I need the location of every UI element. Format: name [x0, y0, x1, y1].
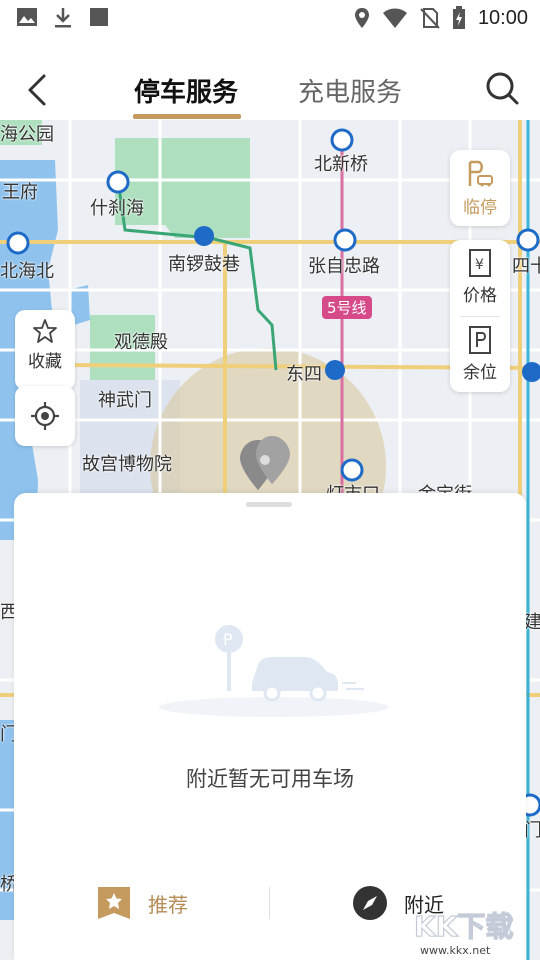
map-label: 南锣鼓巷 [168, 254, 240, 275]
map-label: 门 [524, 820, 540, 841]
empty-parking-illustration: P [159, 625, 389, 717]
locate-me-button[interactable] [15, 386, 75, 446]
recommend-bookmark-icon [98, 887, 130, 919]
map-label: 海公园 [0, 124, 54, 145]
star-icon [33, 319, 57, 343]
map-label: 北新桥 [314, 154, 368, 175]
price-tag-icon: ¥ [469, 249, 491, 277]
parking-sign-letter: P [223, 630, 233, 649]
status-left-icons [16, 6, 110, 30]
svg-text:¥: ¥ [475, 257, 484, 273]
map-label: 观德殿 [114, 332, 168, 353]
empty-state-message: 附近暂无可用车场 [186, 767, 354, 791]
search-icon[interactable] [484, 70, 520, 106]
price-button[interactable]: ¥ 价格 [463, 240, 497, 316]
metro-line-badge: 5号线 [322, 296, 372, 319]
active-tab-indicator [133, 114, 241, 119]
top-navigation: 停车服务 充电服务 [0, 36, 540, 120]
favorite-button[interactable]: 收藏 [15, 310, 75, 390]
tab-recommend[interactable]: 推荐 [96, 873, 188, 933]
parking-list-sheet: P 附近暂无可用车场 推荐 附近 KK下载 www.kkx.net [14, 493, 526, 960]
map-label: 张自忠路 [308, 256, 380, 277]
temp-parking-button[interactable]: 临停 [450, 150, 510, 226]
parking-spot-icon [469, 326, 491, 354]
square-icon [90, 8, 108, 26]
compass-icon [353, 886, 387, 920]
svg-text:KK下载: KK下载 [414, 910, 513, 943]
back-arrow-icon[interactable] [18, 70, 58, 110]
temp-parking-icon [468, 160, 493, 187]
map-label: 四十 [512, 256, 540, 277]
vacancy-button[interactable]: 余位 [463, 317, 497, 392]
kk-download-watermark: KK下载 www.kkx.net [413, 909, 514, 957]
vacancy-label: 余位 [463, 363, 497, 383]
status-bar: 10:00 [0, 0, 540, 36]
battery-charging-icon [452, 6, 465, 29]
map-label: 什刹海 [90, 198, 144, 219]
status-time: 10:00 [477, 6, 528, 29]
download-icon [55, 8, 71, 28]
filter-card: ¥ 价格 余位 [450, 240, 510, 392]
sheet-drag-handle[interactable] [246, 502, 292, 507]
location-icon [354, 8, 369, 28]
status-right-icons: 10:00 [354, 6, 528, 30]
footer-divider [269, 887, 270, 919]
favorite-label: 收藏 [28, 352, 62, 372]
image-icon [17, 8, 37, 26]
map-label: 建 [524, 612, 540, 633]
tab-parking-service[interactable]: 停车服务 [134, 72, 238, 109]
price-label: 价格 [463, 286, 497, 306]
map-label: 王府 [2, 182, 38, 203]
recommend-label: 推荐 [148, 892, 188, 917]
no-sim-icon [420, 8, 440, 29]
map-label: 东四 [286, 364, 322, 385]
temp-parking-label: 临停 [463, 198, 497, 218]
locate-crosshair-icon [31, 402, 59, 430]
map-label: 故宫博物院 [82, 454, 172, 475]
map-label: 神武门 [98, 390, 152, 411]
wifi-icon [382, 8, 407, 28]
map-label: 北海北 [0, 261, 54, 282]
svg-text:www.kkx.net: www.kkx.net [420, 944, 491, 957]
tab-charging-service[interactable]: 充电服务 [298, 72, 402, 109]
